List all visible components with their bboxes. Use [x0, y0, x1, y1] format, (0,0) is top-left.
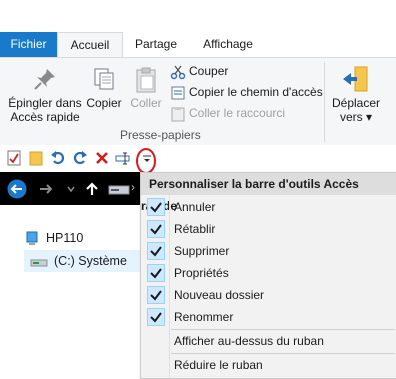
tab-home[interactable]: Accueil [57, 32, 123, 58]
tab-file[interactable]: Fichier [0, 32, 57, 58]
menu-item-label: Annuler [174, 200, 216, 214]
paste-shortcut-button[interactable]: Coller le raccourci [170, 103, 285, 123]
copy-button[interactable]: Copier [86, 66, 122, 110]
clipboard-icon [136, 67, 156, 93]
menu-item-rename[interactable]: Renommer [141, 306, 396, 328]
recent-locations-chevron-icon[interactable] [66, 184, 76, 194]
computer-icon [26, 231, 38, 245]
paste-shortcut-label: Coller le raccourci [189, 106, 286, 120]
forward-arrow-icon[interactable] [38, 181, 54, 197]
copy-path-icon [171, 86, 185, 100]
move-label-line2: vers ▾ [339, 110, 373, 124]
ribbon-tab-bar: Fichier Accueil Partage Affichage [0, 0, 396, 58]
copy-path-label: Copier le chemin d'accès [189, 85, 323, 99]
menu-item-redo[interactable]: Rétablir [141, 218, 396, 240]
menu-item-label: Réduire le ruban [174, 358, 263, 372]
menu-item-label: Nouveau dossier [174, 288, 265, 302]
new-folder-icon[interactable] [28, 150, 44, 166]
pin-label-line1: Épingler dans [8, 96, 82, 110]
checkmark-icon [147, 286, 165, 304]
scissors-icon [170, 65, 186, 80]
checkmark-icon [147, 220, 165, 238]
menu-item-label: Propriétés [174, 266, 229, 280]
redo-icon[interactable] [72, 150, 88, 166]
quick-access-toolbar [0, 145, 396, 172]
pin-icon [34, 69, 55, 90]
menu-item-show-above-ribbon[interactable]: Afficher au-dessus du ruban [141, 330, 396, 352]
copy-label: Copier [86, 96, 122, 110]
breadcrumb-chevron[interactable]: › [131, 180, 135, 194]
checkmark-icon [147, 198, 165, 216]
properties-icon[interactable] [6, 150, 22, 166]
tree-item-drive-label: (C:) Système [54, 254, 127, 268]
checkmark-icon [147, 242, 165, 260]
delete-icon[interactable] [94, 150, 110, 166]
rename-icon[interactable] [115, 150, 131, 166]
group-separator [324, 62, 325, 142]
tree-item-computer[interactable]: HP110 [24, 227, 83, 249]
menu-item-undo[interactable]: Annuler [141, 196, 396, 218]
tree-item-computer-label: HP110 [46, 231, 84, 245]
copy-icon [94, 68, 114, 90]
move-folder-icon [343, 66, 368, 92]
menu-item-label: Renommer [174, 310, 234, 324]
menu-item-new-folder[interactable]: Nouveau dossier [141, 284, 396, 306]
paste-label: Coller [130, 96, 162, 110]
up-arrow-icon[interactable] [84, 181, 100, 197]
pin-label-line2: Accès rapide [10, 110, 80, 124]
drive-small-icon [108, 185, 130, 195]
move-to-button[interactable]: Déplacer vers ▾ [328, 64, 384, 124]
clipboard-group-label: Presse-papiers [120, 128, 201, 142]
back-arrow-icon[interactable] [7, 179, 27, 199]
menu-item-properties[interactable]: Propriétés [141, 262, 396, 284]
paste-shortcut-icon [171, 106, 185, 122]
tab-share[interactable]: Partage [126, 32, 186, 58]
tree-item-drive-c[interactable]: (C:) Système [24, 250, 140, 272]
pin-quick-access-button[interactable]: Épingler dans Accès rapide [6, 66, 84, 124]
cut-button[interactable]: Couper [170, 61, 228, 81]
menu-item-label: Rétablir [174, 222, 216, 236]
copy-path-button[interactable]: Copier le chemin d'accès [170, 82, 323, 102]
ribbon-home: Épingler dans Accès rapide Copier Coller… [0, 57, 396, 147]
paste-button[interactable]: Coller [128, 66, 164, 110]
undo-icon[interactable] [50, 150, 66, 166]
menu-header: Personnaliser la barre d'outils Accès ra… [141, 173, 396, 213]
move-label-line1: Déplacer [331, 96, 381, 110]
menu-item-delete[interactable]: Supprimer [141, 240, 396, 262]
menu-item-minimize-ribbon[interactable]: Réduire le ruban [141, 354, 396, 376]
checkmark-icon [147, 264, 165, 282]
checkmark-icon [147, 308, 165, 326]
menu-item-label: Afficher au-dessus du ruban [174, 334, 324, 348]
drive-icon [30, 259, 48, 267]
customize-qat-menu: Personnaliser la barre d'outils Accès ra… [140, 172, 396, 379]
cut-label: Couper [189, 64, 229, 78]
menu-item-label: Supprimer [174, 244, 230, 258]
highlight-circle [136, 148, 156, 174]
tab-view[interactable]: Affichage [191, 32, 265, 58]
